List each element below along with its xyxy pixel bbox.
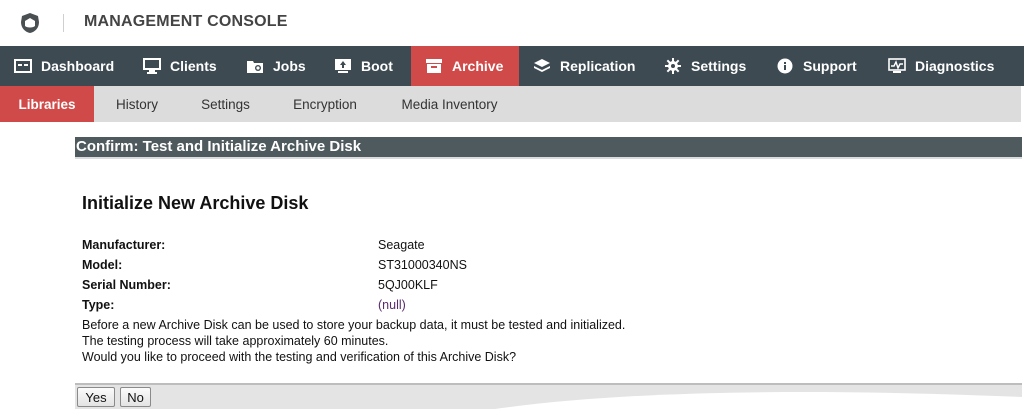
dashboard-icon [14,58,32,74]
nav-jobs-label: Jobs [273,58,306,74]
logo-icon[interactable] [19,12,41,34]
nav-settings[interactable]: Settings [650,46,762,86]
button-bar [75,383,1022,409]
nav-support-label: Support [803,58,857,74]
nav-archive-label: Archive [452,58,504,74]
nav-support[interactable]: Support [762,46,874,86]
nav-jobs[interactable]: Jobs [232,46,320,86]
nav-replication-label: Replication [560,58,636,74]
message-line: Would you like to proceed with the testi… [82,350,517,364]
title-divider [63,14,64,32]
diagnostics-icon [888,58,906,74]
model-value: ST31000340NS [378,258,467,272]
subtab-encryption[interactable]: Encryption [271,86,379,122]
subtab-history[interactable]: History [94,86,180,122]
subtab-media-inventory[interactable]: Media Inventory [379,86,520,122]
jobs-icon [246,58,264,74]
nav-replication[interactable]: Replication [519,46,650,86]
serial-number-value: 5QJ00KLF [378,278,438,292]
nav-boot-label: Boot [361,58,393,74]
layers-icon [533,58,551,74]
manufacturer-value: Seagate [378,238,425,252]
page-title: Initialize New Archive Disk [82,193,309,213]
message-line: The testing process will take approximat… [82,334,389,348]
no-button[interactable]: No [120,387,151,407]
subtab-settings-label: Settings [201,96,250,112]
message-line: Before a new Archive Disk can be used to… [82,318,626,332]
sub-nav: Libraries History Settings Encryption Me… [0,86,1021,122]
nav-dashboard-label: Dashboard [41,58,115,74]
gear-icon [664,58,682,74]
type-label: Type: [82,298,115,312]
info-icon [776,58,794,74]
nav-settings-label: Settings [691,58,747,74]
subtab-settings[interactable]: Settings [180,86,271,122]
app-title: MANAGEMENT CONSOLE [84,13,288,30]
archive-icon [425,58,443,74]
subtab-history-label: History [115,96,158,112]
serial-number-label: Serial Number: [82,278,171,292]
subtab-libraries-label: Libraries [18,96,76,112]
main-nav: Dashboard Clients Jobs Boot Archive Repl… [0,46,1024,86]
type-value: (null) [378,298,406,312]
monitor-icon [143,58,161,74]
boot-icon [334,58,352,74]
panel-header-shadow [75,157,1022,159]
subtab-media-inventory-label: Media Inventory [401,96,498,112]
nav-dashboard[interactable]: Dashboard [0,46,129,86]
model-label: Model: [82,258,123,272]
nav-clients-label: Clients [170,58,217,74]
nav-diagnostics[interactable]: Diagnostics [874,46,1024,86]
yes-button[interactable]: Yes [77,387,115,407]
nav-archive[interactable]: Archive [411,46,519,86]
subtab-libraries[interactable]: Libraries [0,86,94,122]
manufacturer-label: Manufacturer: [82,238,166,252]
top-bar: MANAGEMENT CONSOLE [0,0,1034,46]
nav-clients[interactable]: Clients [129,46,232,86]
nav-diagnostics-label: Diagnostics [915,58,995,74]
nav-boot[interactable]: Boot [320,46,411,86]
panel-header: Confirm: Test and Initialize Archive Dis… [75,137,1022,157]
subtab-encryption-label: Encryption [293,96,357,112]
